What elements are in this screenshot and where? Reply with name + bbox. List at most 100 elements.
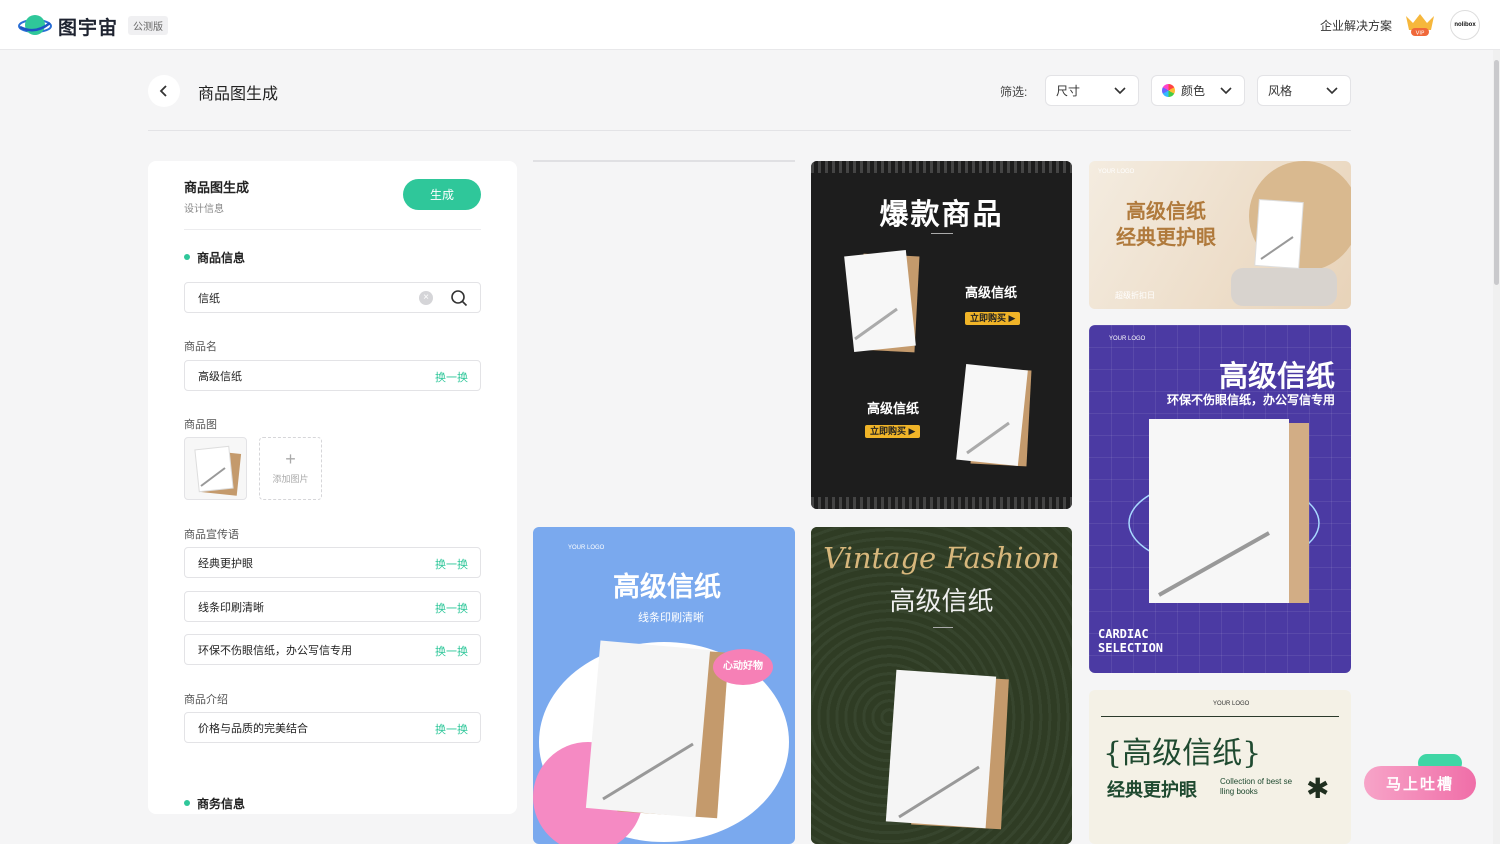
film-border: [811, 497, 1072, 509]
planet-logo-icon[interactable]: [18, 11, 52, 39]
result-card-purple[interactable]: YOUR LOGO 高级信纸 环保不伤眼信纸，办公写信专用 CARDIAC SE…: [1089, 325, 1351, 673]
size-filter-dropdown[interactable]: 尺寸: [1045, 75, 1139, 106]
chevron-down-icon: [1220, 87, 1232, 95]
product-name-value: 高级信纸: [198, 370, 242, 383]
product-name-field[interactable]: 高级信纸 换一换: [184, 360, 481, 391]
design-info-panel: 商品图生成 设计信息 生成 商品信息 信纸 × 商品名 高级信纸 换一换 商品图…: [148, 161, 517, 814]
card-script-title: Vintage Fashion: [823, 541, 1060, 575]
card-logo: YOUR LOGO: [1098, 169, 1135, 175]
result-card-beige[interactable]: YOUR LOGO 高级信纸 经典更护眼 超级折扣日: [1089, 161, 1351, 309]
intro-label: 商品介绍: [184, 694, 228, 706]
footer-line1: CARDIAC: [1098, 627, 1149, 641]
filter-label: 筛选:: [1000, 85, 1028, 99]
card-subtitle: 线条印刷清晰: [638, 612, 704, 624]
card-logo: YOUR LOGO: [1213, 701, 1250, 707]
add-image-button[interactable]: + 添加图片: [259, 437, 322, 500]
chevron-left-icon: [159, 85, 167, 97]
slogan-field-1[interactable]: 经典更护眼 换一换: [184, 547, 481, 578]
scrollbar-thumb[interactable]: [1494, 60, 1499, 285]
product-image-label: 商品图: [184, 419, 217, 431]
clear-icon[interactable]: ×: [419, 291, 433, 305]
swap-button[interactable]: 换一换: [435, 369, 468, 385]
intro-field[interactable]: 价格与品质的完美结合 换一换: [184, 712, 481, 743]
slogan-label: 商品宣传语: [184, 529, 239, 541]
enterprise-solutions-link[interactable]: 企业解决方案: [1320, 17, 1392, 34]
notepad-image: [585, 640, 729, 819]
panel-subtitle: 设计信息: [184, 204, 224, 215]
buy-now-button: 立即购买 ▶: [965, 312, 1021, 325]
chevron-down-icon: [1326, 87, 1338, 95]
product-info-heading: 商品信息: [184, 249, 245, 266]
notepad-image: [885, 669, 1009, 830]
result-card-vintage[interactable]: Vintage Fashion 高级信纸: [811, 527, 1072, 844]
divider: [1101, 716, 1339, 717]
notepad-image: [844, 250, 920, 353]
page-title: 商品图生成: [198, 86, 279, 103]
slogan-field-3[interactable]: 环保不伤眼信纸，办公写信专用 换一换: [184, 634, 481, 665]
brand-name[interactable]: 图宇宙: [58, 13, 118, 40]
divider: [933, 627, 953, 628]
card-title-line1: 高级信纸: [1126, 201, 1206, 223]
top-bar: 图宇宙 公测版 企业解决方案 VIP nolibox: [0, 0, 1500, 50]
slogan-value-2: 线条印刷清晰: [198, 601, 264, 614]
promo-text: 超级折扣日: [1115, 291, 1155, 300]
add-image-label: 添加图片: [272, 474, 309, 484]
product-image-thumbnail[interactable]: [184, 437, 247, 500]
color-wheel-icon: [1162, 84, 1175, 97]
product-name-label: 商品名: [184, 341, 217, 353]
swap-button[interactable]: 换一换: [435, 556, 468, 572]
color-filter-dropdown[interactable]: 颜色: [1151, 75, 1245, 106]
result-card-cream[interactable]: YOUR LOGO {高级信纸} 经典更护眼 Collection of bes…: [1089, 690, 1351, 844]
search-icon[interactable]: [450, 289, 468, 307]
search-input-value: 信纸: [198, 292, 220, 305]
result-card-hot-product[interactable]: 爆款商品 高级信纸 立即购买 ▶ 高级信纸 立即购买 ▶: [811, 161, 1072, 509]
swap-button[interactable]: 换一换: [435, 600, 468, 616]
plus-icon: +: [285, 449, 296, 469]
style-filter-dropdown[interactable]: 风格: [1257, 75, 1351, 106]
swap-button[interactable]: 换一换: [435, 721, 468, 737]
slogan-value-3: 环保不伤眼信纸，办公写信专用: [198, 644, 352, 657]
asterisk-icon: ✱: [1306, 773, 1330, 804]
product-name: 高级信纸: [867, 401, 920, 416]
card-title: 爆款商品: [879, 199, 1004, 231]
generate-button[interactable]: 生成: [403, 179, 481, 210]
style-filter-value: 风格: [1268, 84, 1293, 98]
film-border: [811, 161, 1072, 173]
english-line1: Collection of best se: [1220, 777, 1293, 786]
card-title: 高级信纸: [889, 587, 994, 617]
panel-divider: [184, 229, 481, 230]
card-footer-text: CARDIAC SELECTION: [1098, 627, 1163, 655]
card-title: {高级信纸}: [1103, 736, 1262, 771]
english-line2: lling books: [1220, 787, 1258, 796]
loading-placeholder: [533, 160, 795, 162]
notepad-image: [1128, 419, 1320, 603]
chevron-down-icon: [1114, 87, 1126, 95]
divider: [931, 233, 953, 234]
product-search-input[interactable]: 信纸 ×: [184, 282, 481, 313]
notepad-image: [194, 445, 242, 496]
card-english-text: Collection of best se lling books: [1220, 777, 1292, 797]
promo-badge: 心动好物: [713, 649, 773, 685]
business-info-heading: 商务信息: [184, 795, 245, 812]
slogan-field-2[interactable]: 线条印刷清晰 换一换: [184, 591, 481, 622]
vip-label: VIP: [1416, 31, 1425, 37]
size-filter-value: 尺寸: [1056, 84, 1081, 98]
result-card-blue[interactable]: YOUR LOGO 高级信纸 线条印刷清晰 心动好物: [533, 527, 795, 844]
back-button[interactable]: [148, 75, 180, 107]
feedback-button[interactable]: 马上吐槽: [1364, 766, 1476, 800]
card-logo: YOUR LOGO: [1109, 336, 1146, 342]
card-subtitle: 经典更护眼: [1107, 780, 1197, 800]
vip-crown-icon[interactable]: VIP: [1404, 12, 1436, 38]
footer-line2: SELECTION: [1098, 641, 1164, 655]
panel-title: 商品图生成: [184, 180, 250, 195]
buy-now-button: 立即购买 ▶: [865, 425, 921, 438]
swap-button[interactable]: 换一换: [435, 643, 468, 659]
card-subtitle: 环保不伤眼信纸，办公写信专用: [1166, 393, 1335, 407]
color-filter-value: 颜色: [1181, 84, 1206, 98]
card-logo: YOUR LOGO: [568, 545, 605, 551]
intro-value: 价格与品质的完美结合: [198, 722, 308, 735]
card-title: 高级信纸: [1218, 361, 1335, 393]
user-avatar[interactable]: nolibox: [1450, 10, 1480, 40]
card-title: 高级信纸: [613, 572, 721, 602]
product-name: 高级信纸: [965, 285, 1018, 300]
